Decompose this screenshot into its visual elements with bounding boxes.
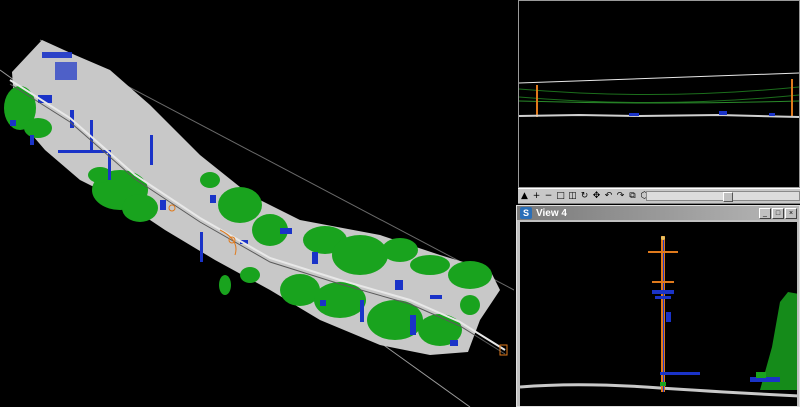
- pole-top-insulator: [661, 236, 665, 240]
- rotate-icon[interactable]: ↻: [579, 190, 590, 202]
- conductor-wire-2: [519, 94, 799, 104]
- pole-right: [791, 79, 793, 117]
- view-4-window[interactable]: S View 4 _ □ ×: [516, 205, 800, 407]
- copy-view-icon[interactable]: ⧉: [627, 190, 638, 202]
- close-icon[interactable]: ×: [785, 208, 797, 219]
- view-4-3d-scene[interactable]: [520, 222, 797, 406]
- ground-wire: [519, 72, 799, 84]
- scrollbar-thumb[interactable]: [723, 192, 733, 202]
- profile-view-canvas[interactable]: [519, 1, 799, 187]
- redo-view-icon[interactable]: ↷: [615, 190, 626, 202]
- zoom-in-icon[interactable]: +: [531, 190, 542, 202]
- plan-view-canvas[interactable]: [0, 0, 514, 407]
- conductor-wire-1: [519, 86, 799, 96]
- pole-left: [536, 85, 538, 117]
- plan-view[interactable]: [0, 0, 514, 407]
- pan-icon[interactable]: ✥: [591, 190, 602, 202]
- window-controls: _ □ ×: [758, 208, 797, 219]
- fit-view-icon[interactable]: ◫: [567, 190, 578, 202]
- zoom-out-icon[interactable]: −: [543, 190, 554, 202]
- maximize-icon[interactable]: □: [772, 208, 784, 219]
- window-title: View 4: [536, 207, 567, 219]
- profile-view[interactable]: [518, 0, 800, 188]
- view-4-titlebar[interactable]: S View 4 _ □ ×: [517, 206, 799, 220]
- terrain-profile: [519, 113, 799, 118]
- view-4-canvas[interactable]: [520, 222, 797, 406]
- minimize-icon[interactable]: _: [759, 208, 771, 219]
- app-icon: S: [520, 207, 532, 219]
- window-area-icon[interactable]: □: [555, 190, 566, 202]
- power-pole-edge: [663, 236, 664, 392]
- pointer-icon[interactable]: ▲: [519, 190, 530, 202]
- view-control-toolbar: ▲ + − □ ◫ ↻ ✥ ↶ ↷ ⧉ ⬡ ◉: [518, 188, 800, 204]
- undo-view-icon[interactable]: ↶: [603, 190, 614, 202]
- horizontal-scrollbar[interactable]: [646, 191, 800, 202]
